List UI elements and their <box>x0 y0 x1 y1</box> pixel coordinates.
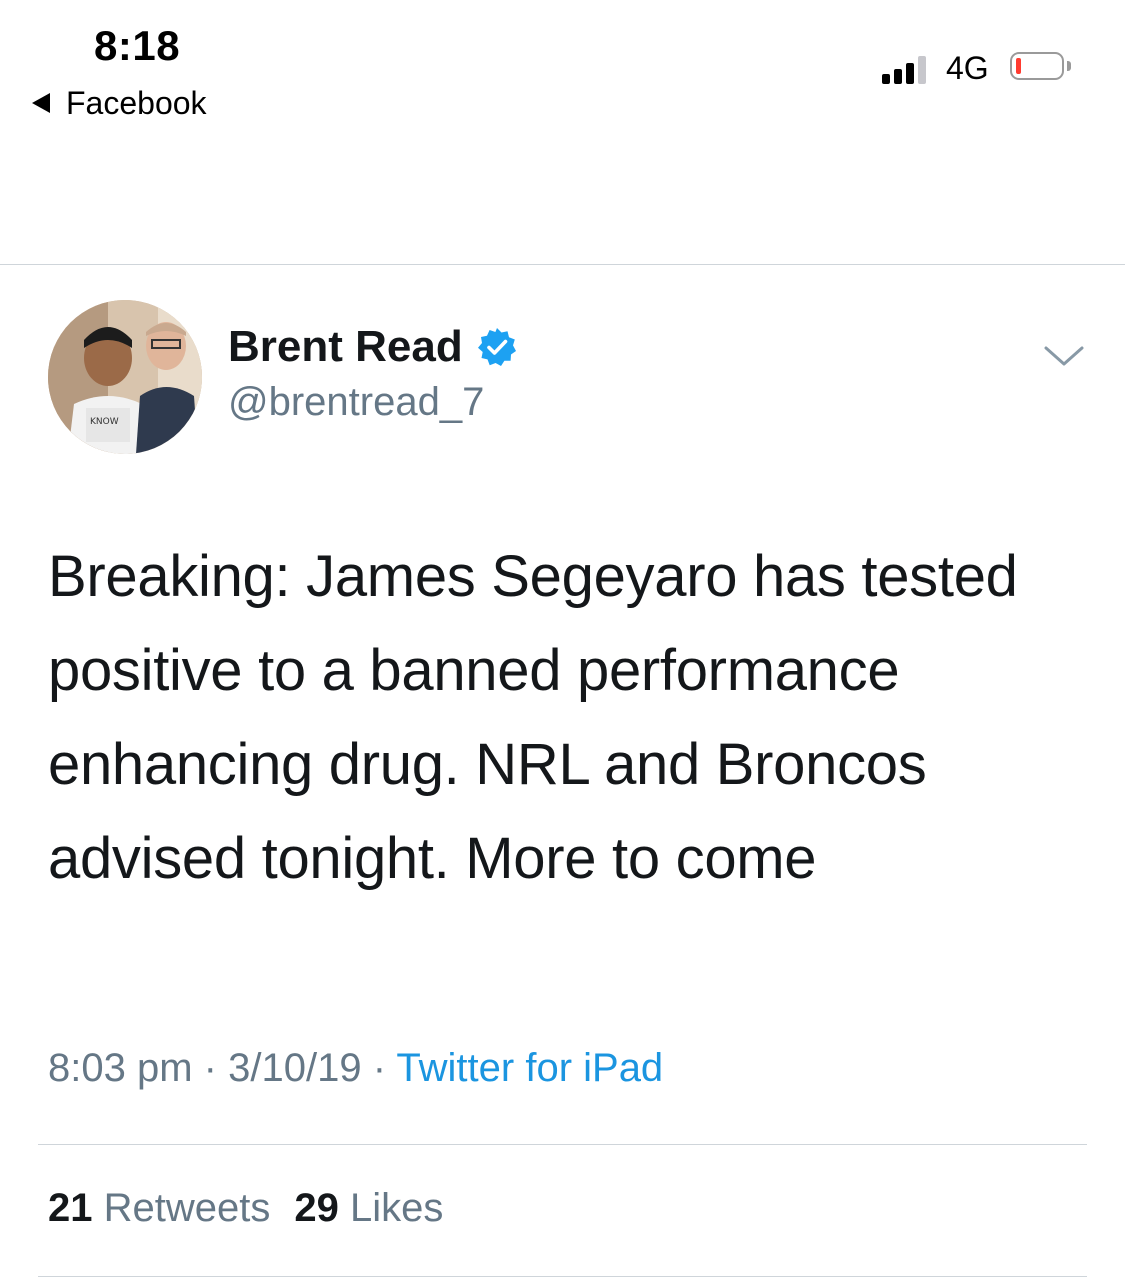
svg-text:KNOW: KNOW <box>90 417 119 427</box>
signal-strength-icon <box>882 54 934 84</box>
tweet-stats: 21 Retweets 29 Likes <box>48 1186 443 1231</box>
likes-label: Likes <box>350 1186 444 1230</box>
stats-divider <box>38 1276 1087 1277</box>
meta-divider <box>38 1144 1087 1145</box>
chevron-down-icon[interactable] <box>1040 338 1088 374</box>
tweet-source-link[interactable]: Twitter for iPad <box>396 1046 663 1090</box>
tweet-meta: 8:03 pm · 3/10/19 · Twitter for iPad <box>48 1046 663 1091</box>
header-divider <box>0 264 1125 265</box>
meta-separator: · <box>203 1046 217 1090</box>
retweets-stat[interactable]: 21 Retweets <box>48 1186 270 1230</box>
meta-separator: · <box>372 1046 387 1090</box>
battery-icon <box>1010 52 1074 84</box>
back-to-app-button[interactable]: Facebook <box>32 84 207 122</box>
retweets-count: 21 <box>48 1186 93 1230</box>
display-name[interactable]: Brent Read <box>228 322 517 372</box>
back-app-label: Facebook <box>66 84 207 121</box>
username[interactable]: @brentread_7 <box>228 380 484 425</box>
retweets-label: Retweets <box>103 1186 271 1230</box>
status-time: 8:18 <box>94 22 181 69</box>
tweet-time: 8:03 pm <box>48 1046 193 1090</box>
display-name-text: Brent Read <box>228 322 463 371</box>
avatar[interactable]: KNOW <box>48 300 202 454</box>
verified-badge-icon <box>477 328 516 366</box>
network-type: 4G <box>946 50 989 86</box>
likes-count: 29 <box>294 1186 339 1230</box>
tweet-text: Breaking: James Segeyaro has tested posi… <box>48 544 1018 891</box>
tweet-date: 3/10/19 <box>228 1046 362 1090</box>
back-arrow-icon <box>32 93 50 113</box>
likes-stat[interactable]: 29 Likes <box>294 1186 443 1230</box>
